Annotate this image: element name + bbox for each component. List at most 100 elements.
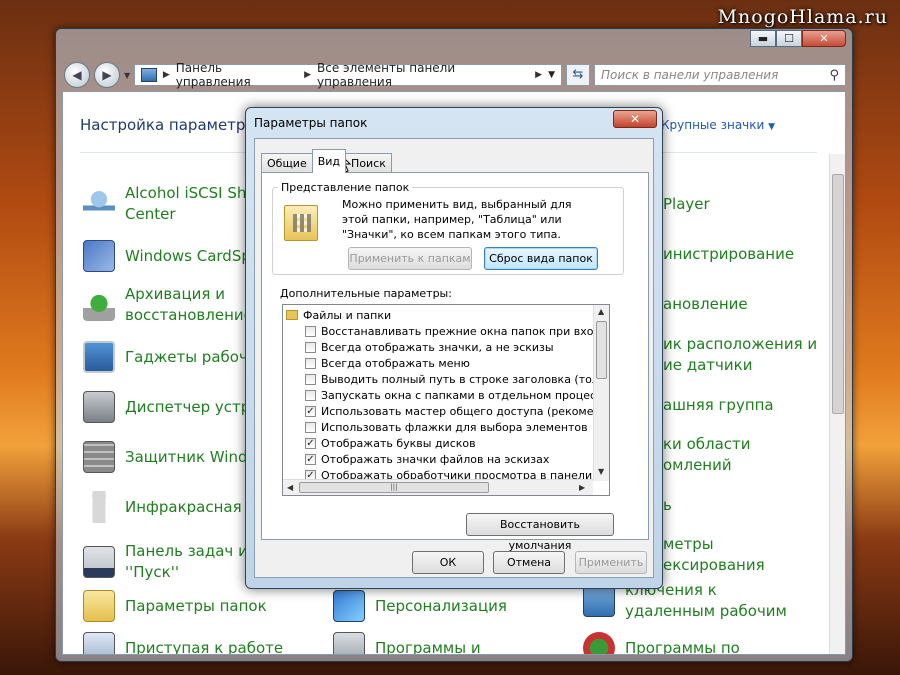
cp-item-label: Диспетчер устро [125, 397, 260, 416]
checkbox-unchecked[interactable] [305, 341, 316, 353]
option-row[interactable]: ✓ Отображать буквы дисков [305, 435, 476, 451]
list-vscroll-thumb[interactable] [596, 321, 607, 379]
cp-item-personalization[interactable]: Персонализация [333, 590, 507, 622]
maximize-button[interactable]: ☐ [776, 30, 802, 47]
reset-folders-button[interactable]: Сброс вида папок [484, 247, 598, 270]
cp-item-truncated[interactable]: ь [663, 495, 672, 516]
refresh-button[interactable]: ⇆ [566, 64, 590, 86]
option-row[interactable]: Использовать флажки для выбора элементов [305, 419, 588, 435]
checkbox-checked[interactable]: ✓ [305, 437, 316, 449]
cp-item-cardspace[interactable]: Windows CardSp [83, 240, 251, 272]
cp-item-label: Параметры папок [125, 596, 267, 615]
cp-item-label: Center [125, 205, 176, 223]
breadcrumb-control-panel[interactable]: Панель управления [176, 61, 298, 89]
breadcrumb-separator-icon[interactable]: ▶ [535, 70, 542, 80]
breadcrumb-separator-icon[interactable]: ▶ [163, 70, 170, 80]
option-row[interactable]: Восстанавливать прежние окна папок при в… [305, 323, 610, 339]
cp-item-label: Гаджеты рабоче [125, 347, 258, 366]
breadcrumb-separator-icon[interactable]: ▶ [304, 70, 311, 80]
cp-item-homegroup[interactable]: ашняя группа [663, 395, 774, 416]
breadcrumb-all-items[interactable]: Все элементы панели управления [317, 61, 529, 89]
search-input[interactable]: Поиск в панели управления ⚲ [594, 64, 846, 86]
cp-item-defender[interactable]: Защитник Windo [83, 441, 257, 473]
ok-button[interactable]: ОК [412, 551, 484, 574]
cp-item-notification-icons[interactable]: ки области омлений [663, 434, 751, 476]
restore-defaults-button[interactable]: Восстановить умолчания [466, 513, 614, 552]
programs-icon [333, 632, 365, 654]
back-button[interactable]: ◀ [64, 62, 90, 88]
cp-item-recovery[interactable]: ановление [663, 294, 748, 315]
cp-item-backup[interactable]: Архивация и восстановление [83, 284, 253, 326]
list-vertical-scrollbar[interactable]: ▲ ▼ [593, 305, 609, 481]
cp-item-taskbar[interactable]: Панель задач и м ''Пуск'' [83, 541, 264, 583]
cp-item-getting-started[interactable]: Приступая к работе [83, 632, 283, 654]
checkbox-unchecked[interactable] [305, 357, 316, 369]
tab-view[interactable]: Вид [311, 149, 347, 173]
back-arrow-icon: ◀ [72, 68, 82, 82]
cp-item-label: Alcohol iSCSI Sha [125, 184, 256, 202]
remote-desktop-icon [583, 585, 615, 617]
tree-root-files-folders[interactable]: Файлы и папки [286, 307, 391, 323]
cp-item-infrared[interactable]: Инфракрасная св [83, 491, 263, 523]
recent-pages-icon[interactable]: ▼ [124, 71, 130, 80]
list-horizontal-scrollbar[interactable]: ◀ ||| ▶ [283, 479, 593, 495]
option-row[interactable]: Всегда отображать меню [305, 355, 470, 371]
folder-options-dialog: Параметры папок ✕ Общие Вид Поиск Предст… [245, 107, 663, 589]
view-tab-page: Представление папок Можно применить вид,… [261, 172, 649, 552]
apply-to-folders-button[interactable]: Применить к папкам [348, 247, 472, 270]
folder-view-icon [284, 205, 318, 241]
option-row[interactable]: ✓ Использовать мастер общего доступа (рек… [305, 403, 610, 419]
option-row[interactable]: Выводить полный путь в строке заголовка … [305, 371, 609, 387]
cp-item-alcohol[interactable]: Alcohol iSCSI Sha Center [83, 183, 256, 225]
option-row[interactable]: ✓ Отображать значки файлов на эскизах [305, 451, 549, 467]
option-label: Отображать значки файлов на эскизах [321, 452, 550, 466]
address-bar-row: ◀ ▶ ▼ ▶ Панель управления ▶ Все элементы… [64, 61, 846, 89]
checkbox-checked[interactable]: ✓ [305, 405, 316, 417]
option-row[interactable]: Всегда отображать значки, а не эскизы [305, 339, 554, 355]
apply-button[interactable]: Применить [575, 551, 647, 574]
cancel-button[interactable]: Отмена [493, 551, 565, 574]
cp-item-label: Player [663, 195, 710, 213]
checkbox-checked[interactable]: ✓ [305, 453, 316, 465]
forward-button[interactable]: ▶ [94, 62, 120, 88]
cp-item-device-manager[interactable]: Диспетчер устро [83, 391, 259, 423]
address-breadcrumb[interactable]: ▶ Панель управления ▶ Все элементы панел… [134, 61, 562, 89]
scroll-left-icon[interactable]: ◀ [287, 483, 293, 492]
advanced-settings-list[interactable]: Файлы и папки Восстанавливать прежние ок… [282, 304, 610, 496]
cp-item-label: инистрирование [663, 245, 795, 263]
cp-item-admin[interactable]: инистрирование [663, 244, 794, 265]
option-label: Использовать флажки для выбора элементов [321, 420, 588, 434]
cp-item-programs[interactable]: Программы и [333, 632, 481, 654]
scroll-up-icon[interactable]: ▲ [598, 307, 604, 316]
cp-item-label: ик расположения и [663, 335, 818, 353]
checkbox-unchecked[interactable] [305, 389, 316, 401]
tab-search[interactable]: Поиск [345, 153, 392, 173]
cp-item-label: ''Пуск'' [125, 563, 179, 581]
scroll-right-icon[interactable]: ▶ [579, 483, 585, 492]
option-row[interactable]: Запускать окна с папками в отдельном про… [305, 387, 609, 403]
folder-options-icon [83, 590, 115, 622]
cp-item-default-programs[interactable]: Программы по [583, 632, 740, 654]
checkbox-unchecked[interactable] [305, 325, 316, 337]
scroll-down-icon[interactable]: ▼ [598, 467, 604, 476]
cp-item-location-sensors[interactable]: ик расположения и ие датчики [663, 334, 817, 376]
option-label: Восстанавливать прежние окна папок при в… [321, 324, 610, 338]
option-label: Использовать мастер общего доступа (реко… [321, 404, 610, 418]
close-button[interactable]: ✕ [802, 30, 846, 47]
checkbox-unchecked[interactable] [305, 373, 316, 385]
dialog-close-button[interactable]: ✕ [613, 110, 657, 128]
list-hscroll-thumb[interactable]: ||| [299, 482, 489, 493]
checkbox-unchecked[interactable] [305, 421, 316, 433]
folder-icon [286, 310, 298, 320]
minimize-button[interactable]: ▬ [750, 30, 776, 47]
cp-item-indexing[interactable]: метры ексирования [663, 534, 765, 576]
view-by-dropdown[interactable]: Крупные значки ▼ [661, 118, 775, 132]
refresh-icon: ⇆ [572, 67, 584, 82]
tab-general[interactable]: Общие [261, 153, 313, 173]
cp-item-gadgets[interactable]: Гаджеты рабоче [83, 341, 257, 373]
content-scrollbar[interactable] [829, 154, 845, 654]
cp-item-player[interactable]: Player [663, 194, 710, 215]
address-dropdown-icon[interactable]: ▼ [548, 70, 555, 80]
cp-item-folder-options[interactable]: Параметры папок [83, 590, 267, 622]
scrollbar-thumb[interactable] [832, 174, 844, 414]
